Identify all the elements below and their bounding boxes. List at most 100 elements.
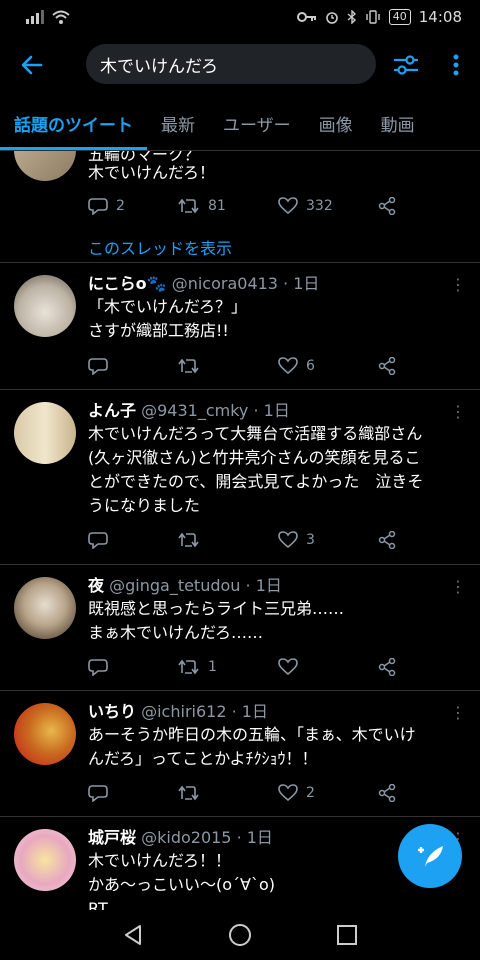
battery-indicator: 40 <box>388 9 411 25</box>
key-icon <box>296 12 316 22</box>
reply-icon <box>88 785 108 802</box>
tweet-item[interactable]: いちり @ichiri612 · 1日 あーそうか昨日の木の五輪、「まぁ、木でい… <box>0 691 480 817</box>
avatar[interactable] <box>14 577 76 639</box>
share-button[interactable] <box>378 531 396 549</box>
tweet-text: まぁ木でいけんだろ…… <box>88 623 264 642</box>
avatar[interactable] <box>14 151 76 181</box>
avatar[interactable] <box>14 402 76 464</box>
retweet-button[interactable] <box>178 357 278 375</box>
system-nav-bar <box>0 910 480 960</box>
nav-back-icon[interactable] <box>122 924 144 946</box>
like-button[interactable] <box>278 658 378 676</box>
share-button[interactable] <box>378 784 396 802</box>
retweet-icon <box>178 358 199 374</box>
retweet-icon <box>178 785 199 801</box>
nav-home-icon[interactable] <box>228 923 252 947</box>
like-button[interactable]: 6 <box>278 357 378 375</box>
retweet-icon <box>178 659 199 675</box>
reply-icon <box>88 659 108 676</box>
nav-recents-icon[interactable] <box>336 924 358 946</box>
clock: 14:08 <box>418 8 462 26</box>
avatar[interactable] <box>14 703 76 765</box>
display-name[interactable]: 夜 <box>88 576 104 595</box>
tweet-text: (久ヶ沢徹さん)と竹井亮介さんの笑顔を見るこ <box>88 448 421 467</box>
retweet-button[interactable] <box>178 784 278 802</box>
retweet-button[interactable]: 81 <box>178 197 278 215</box>
tweet-text: RT <box>88 899 108 910</box>
tab-latest[interactable]: 最新 <box>147 96 209 150</box>
share-icon <box>378 531 396 549</box>
show-thread-link[interactable]: このスレッドを表示 <box>88 235 232 259</box>
retweet-icon <box>178 532 199 548</box>
retweet-button[interactable]: 1 <box>178 658 278 676</box>
tweet-menu-button[interactable]: ⋮ <box>450 404 466 420</box>
reply-button[interactable] <box>88 784 178 802</box>
tweet-item[interactable]: にこらo🐾 @nicora0413 · 1日 「木でいけんだろ？」 さすが織部工… <box>0 263 480 390</box>
more-options-button[interactable] <box>438 48 474 82</box>
search-input[interactable]: 木でいけんだろ <box>86 44 376 84</box>
tweet-text: さすが織部工務店!! <box>88 321 229 340</box>
tab-videos[interactable]: 動画 <box>367 96 429 150</box>
handle: @nicora0413 <box>171 274 278 293</box>
like-button[interactable]: 3 <box>278 531 378 549</box>
tweet-text: んだろ」ってことかよﾁｸｼｮｳ！！ <box>88 749 318 768</box>
display-name[interactable]: 城戸桜 <box>88 828 136 847</box>
reply-icon <box>88 532 108 549</box>
tab-top[interactable]: 話題のツイート <box>0 96 147 150</box>
heart-icon <box>278 658 298 676</box>
status-bar: 40 14:08 <box>0 0 480 34</box>
tweet-menu-button[interactable]: ⋮ <box>450 705 466 721</box>
search-header: 木でいけんだろ <box>0 34 480 96</box>
compose-tweet-button[interactable] <box>398 824 462 888</box>
reply-button[interactable] <box>88 531 178 549</box>
tab-people[interactable]: ユーザー <box>209 96 305 150</box>
filter-icon <box>394 55 418 75</box>
like-button[interactable]: 332 <box>278 197 378 215</box>
back-button[interactable] <box>0 34 64 96</box>
like-count: 2 <box>306 785 315 801</box>
more-vert-icon <box>453 54 459 76</box>
vibrate-icon <box>366 10 380 24</box>
reply-button[interactable]: 2 <box>88 197 178 215</box>
retweet-button[interactable] <box>178 531 278 549</box>
reply-icon <box>88 198 108 215</box>
tweet-text: 五輪のマーク？ <box>88 151 201 161</box>
timestamp: 1日 <box>246 828 273 847</box>
reply-button[interactable] <box>88 357 178 375</box>
share-button[interactable] <box>378 357 396 375</box>
avatar[interactable] <box>14 275 76 337</box>
share-icon <box>378 658 396 676</box>
reply-button[interactable] <box>88 658 178 676</box>
tweet-text: あーそうか昨日の木の五輪、「まぁ、木でいけ <box>88 725 416 744</box>
tweet-header: いちり @ichiri612 · 1日 <box>88 702 268 721</box>
retweet-icon <box>178 198 199 214</box>
wifi-icon <box>52 10 70 24</box>
display-name[interactable]: にこらo🐾 <box>88 274 167 293</box>
signal-icon <box>26 10 44 24</box>
tweet-menu-button[interactable]: ⋮ <box>450 277 466 293</box>
tweet-text: とができたので、開会式見てよかった 泣きそ <box>88 472 424 491</box>
like-count: 3 <box>306 532 315 548</box>
share-button[interactable] <box>378 197 396 215</box>
tweet-menu-button[interactable]: ⋮ <box>450 579 466 595</box>
like-button[interactable]: 2 <box>278 784 378 802</box>
tweet-text: 木でいけんだろって大舞台で活躍する織部さん <box>88 424 423 443</box>
tweet-feed[interactable]: 五輪のマーク？ 木でいけんだろ！ 2 81 332 このスレッドを表示 にこらo… <box>0 151 480 910</box>
filter-button[interactable] <box>388 48 424 82</box>
handle: @9431_cmky <box>141 401 249 420</box>
tweet-item[interactable]: よん子 @9431_cmky · 1日 木でいけんだろって大舞台で活躍する織部さ… <box>0 390 480 565</box>
avatar[interactable] <box>14 829 76 891</box>
timestamp: 1日 <box>293 274 320 293</box>
tab-photos[interactable]: 画像 <box>305 96 367 150</box>
heart-icon <box>278 197 298 215</box>
display-name[interactable]: いちり <box>88 702 136 721</box>
reply-icon <box>88 358 108 375</box>
tweet-text: 「木でいけんだろ？」 <box>88 297 248 316</box>
tweet-item[interactable]: 五輪のマーク？ 木でいけんだろ！ 2 81 332 このスレッドを表示 <box>0 151 480 263</box>
share-button[interactable] <box>378 658 396 676</box>
search-tabs: 話題のツイート 最新 ユーザー 画像 動画 <box>0 96 480 151</box>
share-icon <box>378 784 396 802</box>
display-name[interactable]: よん子 <box>88 401 136 420</box>
tweet-text: 木でいけんだろ！ <box>88 163 216 182</box>
tweet-item[interactable]: 夜 @ginga_tetudou · 1日 既視感と思ったらライト三兄弟…… ま… <box>0 565 480 691</box>
